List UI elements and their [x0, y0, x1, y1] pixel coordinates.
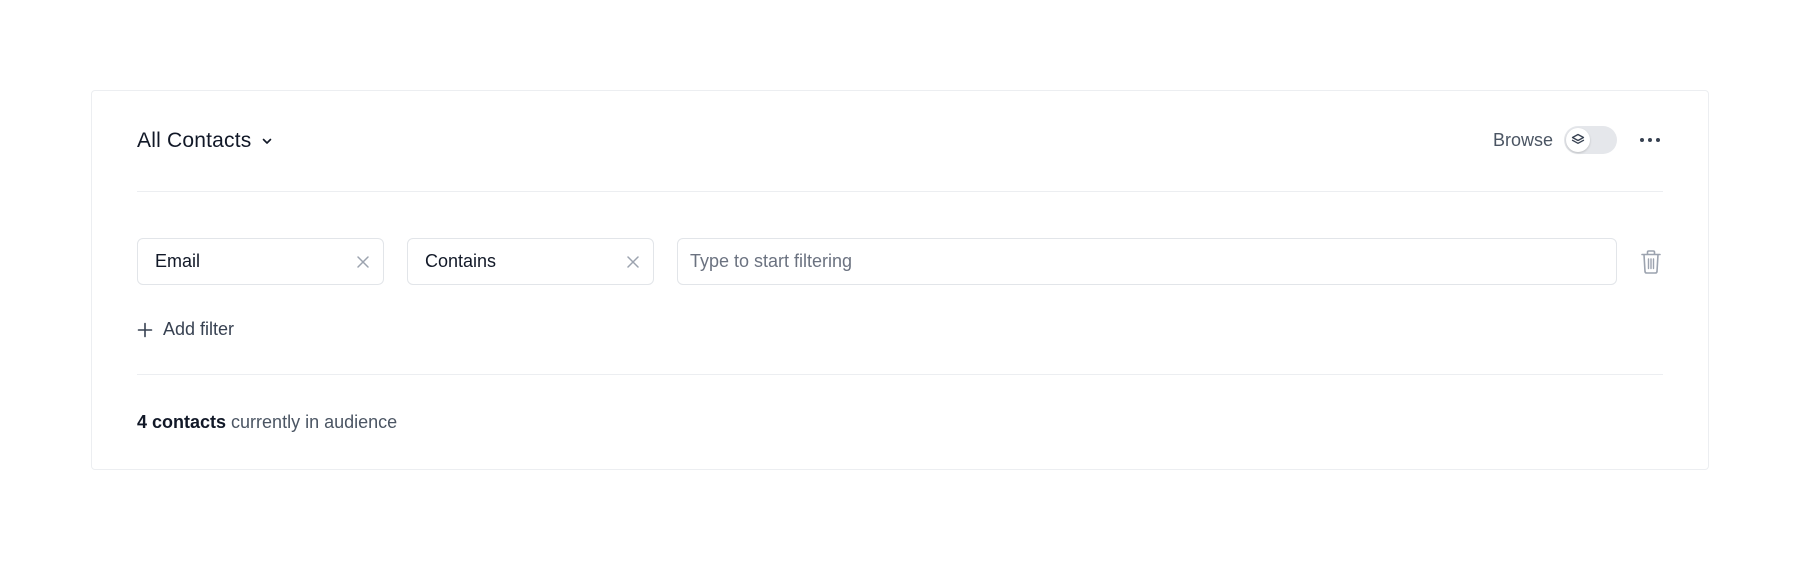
card-header: All Contacts Browse [137, 91, 1663, 192]
divider [137, 374, 1663, 375]
header-actions: Browse [1493, 126, 1663, 154]
close-icon[interactable] [626, 255, 640, 269]
browse-toggle[interactable] [1564, 126, 1617, 154]
toggle-knob [1566, 128, 1590, 152]
filter-operator-select[interactable]: Contains [407, 238, 654, 285]
summary-suffix: currently in audience [226, 412, 398, 432]
more-horizontal-icon [1639, 137, 1661, 143]
filter-field-value: Email [155, 251, 201, 271]
filter-row: Email Contains [137, 238, 1697, 285]
add-filter-button[interactable]: Add filter [137, 319, 234, 340]
filter-field-select[interactable]: Email [137, 238, 384, 285]
more-options-button[interactable] [1637, 130, 1663, 150]
contact-count: 4 contacts [137, 412, 227, 432]
audience-selector[interactable]: All Contacts [137, 129, 273, 153]
layers-icon [1571, 133, 1585, 147]
browse-label: Browse [1492, 129, 1553, 150]
add-filter-label: Add filter [163, 319, 235, 339]
plus-icon [137, 322, 153, 338]
audience-card: All Contacts Browse Email Contains Type … [91, 90, 1709, 470]
filter-operator-value: Contains [425, 251, 497, 271]
chevron-down-icon [261, 135, 273, 147]
trash-icon[interactable] [1639, 249, 1663, 275]
audience-title: All Contacts [137, 129, 252, 152]
audience-summary: 4 contacts currently in audience [137, 412, 397, 433]
close-icon[interactable] [356, 255, 370, 269]
filter-value-input[interactable] [677, 238, 1617, 285]
